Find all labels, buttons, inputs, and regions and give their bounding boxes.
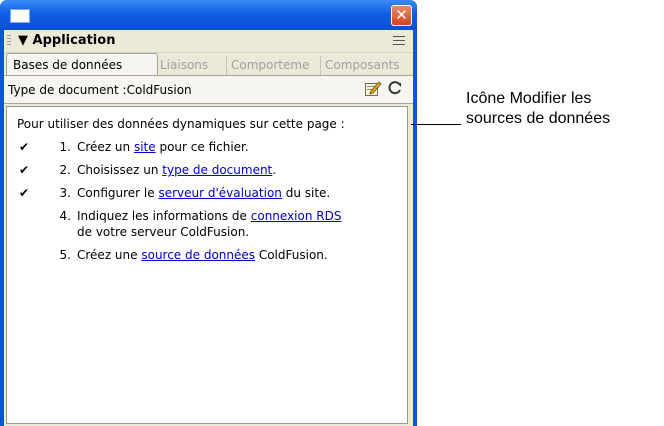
- callout-line: [411, 124, 461, 125]
- step-text: Choisissez un type de document.: [77, 163, 277, 177]
- edit-data-sources-icon[interactable]: [365, 80, 382, 96]
- list-item: 4. Indiquez les informations de connexio…: [7, 208, 407, 240]
- step-text: Configurer le serveur d'évaluation du si…: [77, 186, 331, 200]
- panel-header[interactable]: ▼ Application: [4, 30, 413, 53]
- callout-label: Icône Modifier les sources de données: [466, 90, 611, 127]
- panel-title-text: Application: [32, 33, 116, 48]
- site-link[interactable]: site: [134, 140, 156, 154]
- content-area: Pour utiliser des données dynamiques sur…: [6, 106, 408, 424]
- list-item: ✔ 2. Choisissez un type de document.: [7, 162, 407, 178]
- doctype-bar: Type de document :ColdFusion: [4, 75, 413, 104]
- list-item: 5. Créez une source de données ColdFusio…: [7, 247, 407, 263]
- rds-connection-link[interactable]: connexion RDS: [251, 209, 342, 223]
- title-bar[interactable]: ✕: [0, 0, 417, 30]
- data-source-link[interactable]: source de données: [141, 248, 255, 262]
- checkmark-icon: ✔: [19, 140, 30, 154]
- gripper-icon[interactable]: [7, 35, 11, 47]
- application-window: ✕ ▼ Application Bases de données Liaison…: [0, 0, 417, 426]
- tab-bases-de-donnees[interactable]: Bases de données: [6, 53, 158, 76]
- panel-options-icon[interactable]: [393, 36, 405, 46]
- testing-server-link[interactable]: serveur d'évaluation: [158, 186, 281, 200]
- step-text: Créez une source de données ColdFusion.: [77, 248, 328, 262]
- close-button[interactable]: ✕: [391, 5, 412, 26]
- step-number: 3.: [59, 186, 71, 200]
- doctype-label: Type de document :ColdFusion: [8, 83, 192, 97]
- list-item: ✔ 3. Configurer le serveur d'évaluation …: [7, 185, 407, 201]
- step-number: 2.: [59, 163, 71, 177]
- step-number: 1.: [59, 140, 71, 154]
- tab-liaisons[interactable]: Liaisons: [156, 56, 226, 75]
- step-text: Créez un site pour ce fichier.: [77, 140, 249, 154]
- step-number: 4.: [59, 209, 71, 223]
- list-item: ✔ 1. Créez un site pour ce fichier.: [7, 139, 407, 155]
- panel-title[interactable]: ▼ Application: [18, 33, 115, 48]
- tab-comportements[interactable]: Comporteme: [226, 56, 323, 75]
- document-type-link[interactable]: type de document: [162, 163, 272, 177]
- step-text: Indiquez les informations de connexion R…: [77, 209, 342, 239]
- checkmark-icon: ✔: [19, 163, 30, 177]
- window-icon: [10, 9, 30, 23]
- tab-strip: Bases de données Liaisons Comporteme Com…: [4, 53, 414, 76]
- refresh-icon[interactable]: [387, 80, 403, 96]
- checkmark-icon: ✔: [19, 186, 30, 200]
- panel-client: ▼ Application Bases de données Liaisons …: [4, 30, 413, 426]
- intro-text: Pour utiliser des données dynamiques sur…: [17, 117, 345, 131]
- collapse-arrow-icon[interactable]: ▼: [18, 33, 28, 48]
- step-number: 5.: [59, 248, 71, 262]
- tab-composants[interactable]: Composants: [320, 56, 414, 75]
